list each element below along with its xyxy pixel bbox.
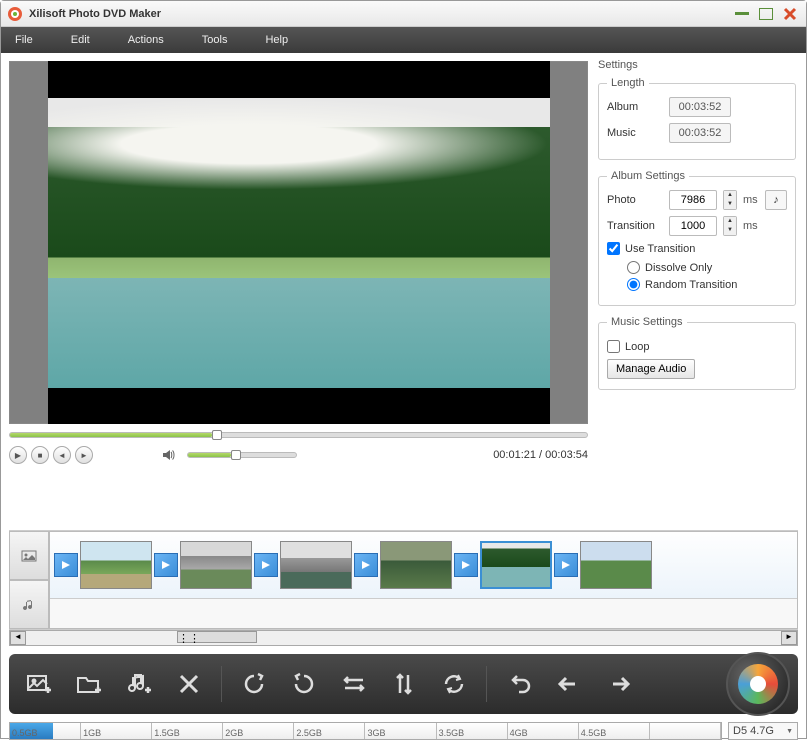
music-track-tab[interactable] xyxy=(9,580,49,629)
minimize-button[interactable] xyxy=(732,6,752,22)
timecode: 00:01:21 / 00:03:54 xyxy=(493,449,588,461)
transition-icon[interactable] xyxy=(154,553,178,577)
prev-button[interactable]: ◄ xyxy=(53,446,71,464)
move-left-button[interactable] xyxy=(551,666,587,702)
music-note-button[interactable]: ♪ xyxy=(765,190,787,210)
burn-dvd-button[interactable] xyxy=(726,652,790,716)
disc-type-select[interactable]: D5 4.7G▼ xyxy=(728,722,798,740)
timeline xyxy=(9,530,798,630)
random-radio[interactable] xyxy=(627,278,640,291)
progress-slider[interactable] xyxy=(9,432,588,438)
next-button[interactable]: ► xyxy=(75,446,93,464)
app-logo-icon xyxy=(7,6,23,22)
preview-image xyxy=(48,98,550,388)
undo-button[interactable] xyxy=(501,666,537,702)
loop-checkbox[interactable] xyxy=(607,340,620,353)
main-toolbar xyxy=(9,654,798,714)
maximize-button[interactable] xyxy=(756,6,776,22)
stop-button[interactable]: ■ xyxy=(31,446,49,464)
play-button[interactable]: ▶ xyxy=(9,446,27,464)
trans-up[interactable]: ▲ xyxy=(724,217,736,226)
timeline-thumb[interactable] xyxy=(380,541,452,589)
transition-duration-input[interactable] xyxy=(669,216,717,236)
disc-gauge-row: 0.5GB 1GB 1.5GB 2GB 2.5GB 3GB 3.5GB 4GB … xyxy=(9,722,798,740)
timeline-scrollbar[interactable]: ◄ ⋮⋮ ► xyxy=(9,630,798,646)
add-photo-button[interactable] xyxy=(21,666,57,702)
settings-panel: Settings Length Album00:03:52 Music00:03… xyxy=(592,53,806,530)
scroll-thumb[interactable]: ⋮⋮ xyxy=(177,631,257,643)
music-settings-group: Music Settings Loop Manage Audio xyxy=(598,316,796,390)
photo-track[interactable] xyxy=(50,532,797,598)
menu-tools[interactable]: Tools xyxy=(202,34,228,46)
timeline-thumb-selected[interactable] xyxy=(480,541,552,589)
timeline-thumb[interactable] xyxy=(280,541,352,589)
delete-button[interactable] xyxy=(171,666,207,702)
photo-duration-input[interactable] xyxy=(669,190,717,210)
menu-file[interactable]: File xyxy=(15,34,33,46)
scroll-right[interactable]: ► xyxy=(781,631,797,645)
menu-actions[interactable]: Actions xyxy=(128,34,164,46)
settings-heading: Settings xyxy=(598,59,796,71)
flip-v-button[interactable] xyxy=(386,666,422,702)
photo-down[interactable]: ▼ xyxy=(724,200,736,209)
transition-icon[interactable] xyxy=(554,553,578,577)
timeline-thumb[interactable] xyxy=(80,541,152,589)
close-button[interactable] xyxy=(780,6,800,22)
menu-edit[interactable]: Edit xyxy=(71,34,90,46)
menu-help[interactable]: Help xyxy=(265,34,288,46)
transition-icon[interactable] xyxy=(54,553,78,577)
album-settings-group: Album Settings Photo ▲▼ ms ♪ Transition … xyxy=(598,170,796,306)
rotate-cw-button[interactable] xyxy=(236,666,272,702)
disc-usage-gauge: 0.5GB 1GB 1.5GB 2GB 2.5GB 3GB 3.5GB 4GB … xyxy=(9,722,722,740)
add-music-button[interactable] xyxy=(121,666,157,702)
scroll-left[interactable]: ◄ xyxy=(10,631,26,645)
transition-icon[interactable] xyxy=(454,553,478,577)
preview-area xyxy=(9,61,588,424)
album-length: 00:03:52 xyxy=(669,97,731,117)
photo-up[interactable]: ▲ xyxy=(724,191,736,200)
titlebar: Xilisoft Photo DVD Maker xyxy=(1,1,806,27)
dissolve-radio[interactable] xyxy=(627,261,640,274)
timeline-thumb[interactable] xyxy=(180,541,252,589)
length-group: Length Album00:03:52 Music00:03:52 xyxy=(598,77,796,160)
timeline-thumb[interactable] xyxy=(580,541,652,589)
move-right-button[interactable] xyxy=(601,666,637,702)
volume-slider[interactable] xyxy=(187,452,297,458)
manage-audio-button[interactable]: Manage Audio xyxy=(607,359,695,379)
flip-h-button[interactable] xyxy=(336,666,372,702)
add-folder-button[interactable] xyxy=(71,666,107,702)
transition-icon[interactable] xyxy=(254,553,278,577)
refresh-button[interactable] xyxy=(436,666,472,702)
rotate-ccw-button[interactable] xyxy=(286,666,322,702)
volume-icon xyxy=(161,448,175,462)
app-title: Xilisoft Photo DVD Maker xyxy=(29,8,732,20)
menubar: File Edit Actions Tools Help xyxy=(1,27,806,53)
photo-track-tab[interactable] xyxy=(9,531,49,580)
music-track[interactable] xyxy=(50,598,797,628)
trans-down[interactable]: ▼ xyxy=(724,226,736,235)
use-transition-checkbox[interactable] xyxy=(607,242,620,255)
transition-icon[interactable] xyxy=(354,553,378,577)
music-length: 00:03:52 xyxy=(669,123,731,143)
